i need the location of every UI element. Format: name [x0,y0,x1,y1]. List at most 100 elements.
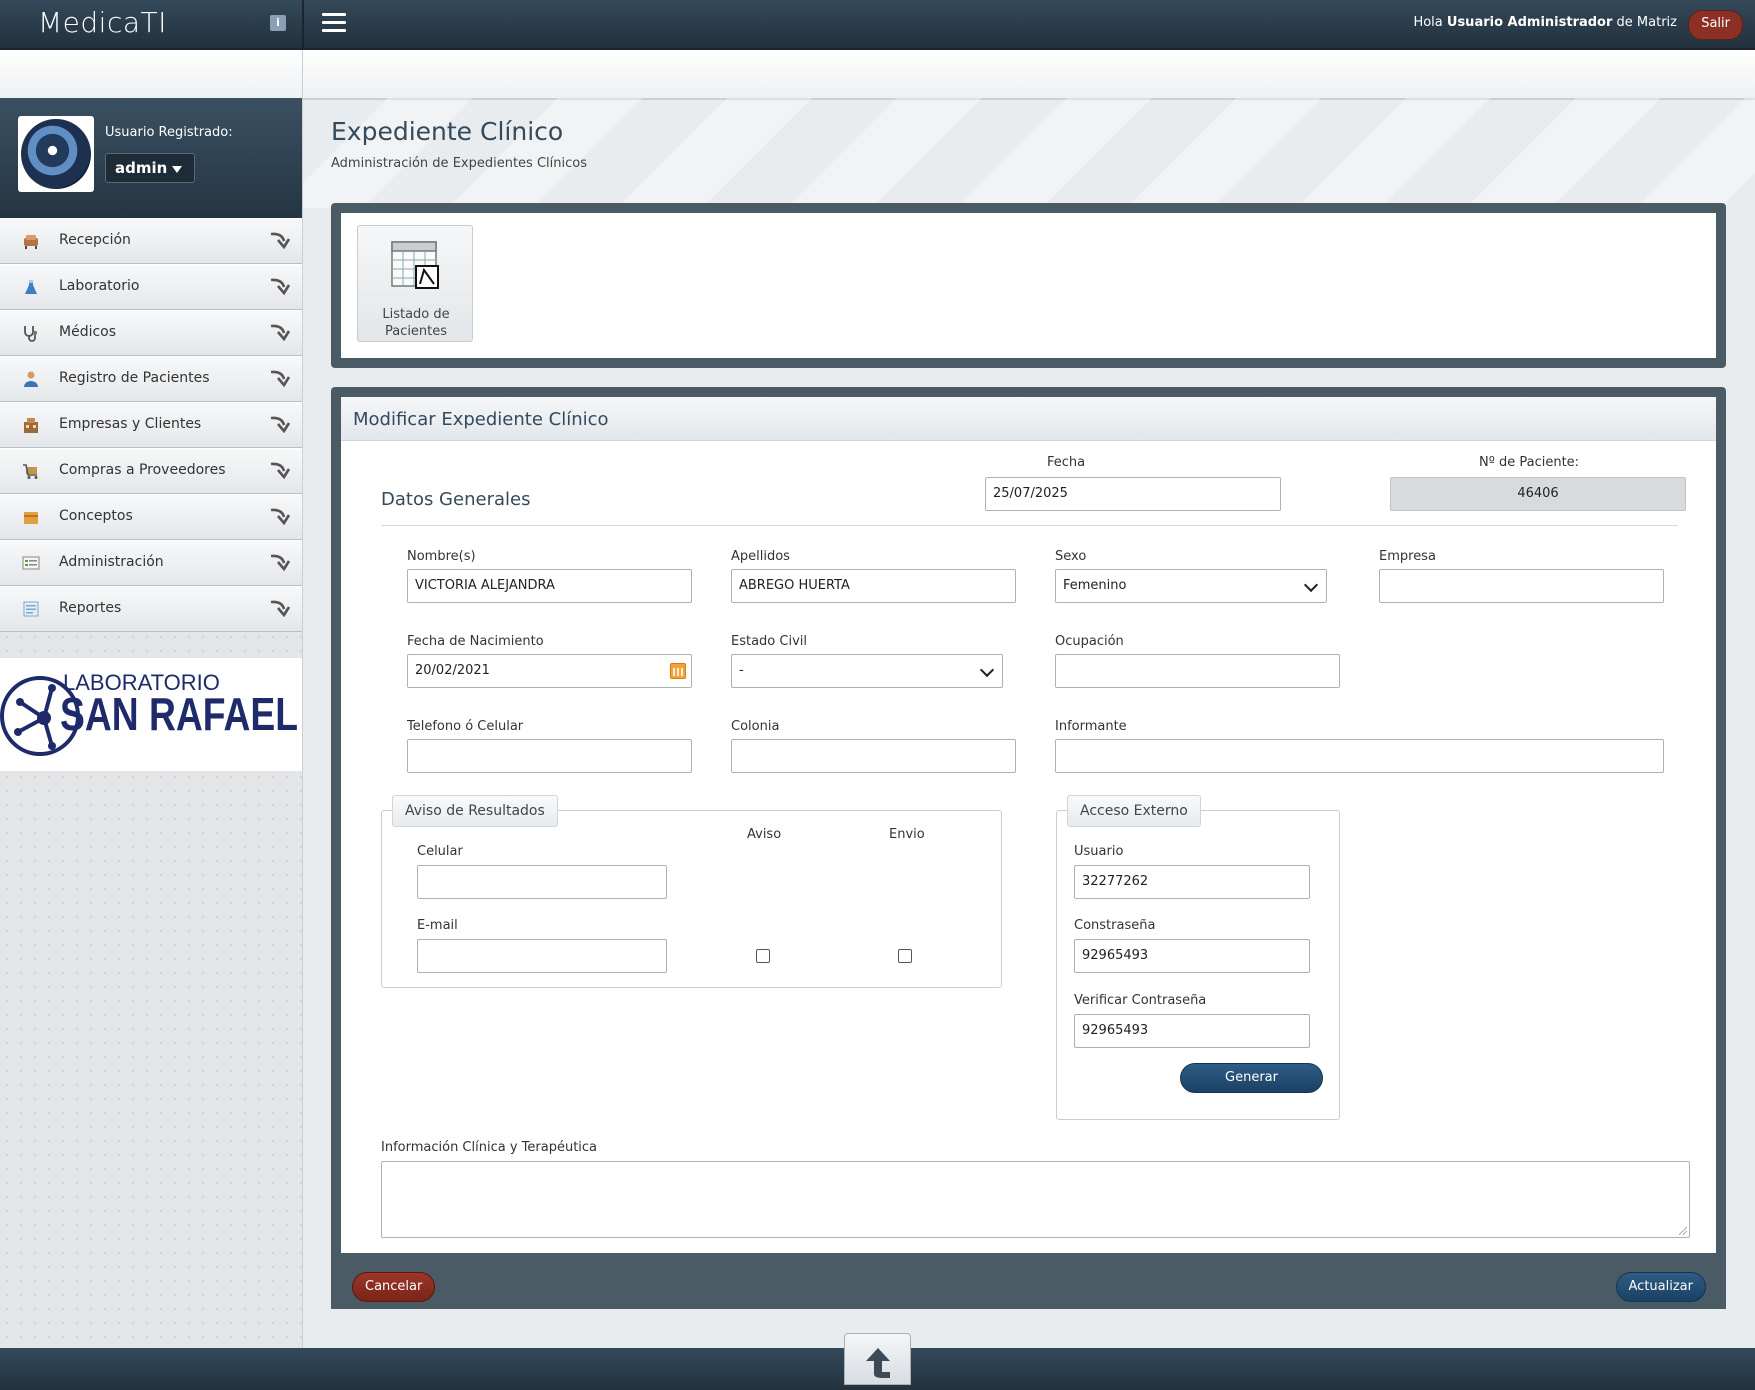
sidebar-item-recepcion[interactable]: Recepción [0,218,302,264]
email-input[interactable] [417,939,667,973]
stethoscope-icon [24,326,38,342]
svg-text:SAN RAFAEL: SAN RAFAEL [60,688,298,740]
envio-column-label: Envio [889,827,925,842]
clinical-info-label: Información Clínica y Terapéutica [381,1140,598,1155]
fecha-nacimiento-input[interactable]: 20/02/2021 [407,654,692,688]
apellidos-input[interactable]: ABREGO HUERTA [731,569,1016,603]
top-bar: MedicaTI i Hola Usuario Administrador de… [0,0,1755,50]
arrow-right-icon [270,232,291,250]
logout-button[interactable]: Salir [1688,10,1743,40]
patient-icon [24,371,38,387]
app-logo: MedicaTI [38,6,167,39]
scroll-to-top-button[interactable] [844,1333,911,1385]
aviso-checkbox[interactable] [756,949,770,963]
registered-user-label: Usuario Registrado: [105,125,233,140]
aviso-column-label: Aviso [747,827,782,842]
ocupacion-label: Ocupación [1055,634,1124,649]
flask-icon [25,280,37,294]
patient-list-shortcut[interactable]: Listado de Pacientes [357,225,473,342]
empresa-label: Empresa [1379,549,1436,564]
sidebar-item-reportes[interactable]: Reportes [0,586,302,632]
nombres-label: Nombre(s) [407,549,476,564]
patient-number-label: Nº de Paciente: [1479,455,1580,470]
lab-logo-graphic: LABORATORIO SAN RAFAEL [0,670,298,756]
shortcuts-panel-body: Listado de Pacientes [341,213,1716,358]
sidebar-item-label: Administración [59,554,164,570]
info-icon[interactable]: i [270,15,286,31]
sidebar-item-label: Laboratorio [59,278,140,294]
shortcut-label-line2: Pacientes [384,324,448,339]
verify-password-label: Verificar Contraseña [1074,993,1207,1008]
page-subtitle: Administración de Expedientes Clínicos [331,156,587,171]
sidebar-item-compras-proveedores[interactable]: Compras a Proveedores [0,448,302,494]
apellidos-label: Apellidos [731,549,790,564]
greeting: Hola Usuario Administrador de Matriz [1413,15,1677,30]
list-icon [22,556,40,570]
password-input[interactable]: 92965493 [1074,939,1310,973]
email-label: E-mail [417,918,458,933]
sidebar-item-label: Reportes [59,600,122,616]
telefono-label: Telefono ó Celular [407,719,524,734]
chevron-down-icon [1303,577,1319,593]
avatar [18,116,94,192]
informante-input[interactable] [1055,739,1664,773]
cart-icon [23,464,38,479]
clinical-info-textarea[interactable] [381,1161,1690,1238]
user-dropdown[interactable]: admin [105,153,195,183]
ocupacion-input[interactable] [1055,654,1340,688]
lab-logo: LABORATORIO SAN RAFAEL [0,658,302,771]
chevron-down-icon [979,662,995,678]
sidebar-item-registro-pacientes[interactable]: Registro de Pacientes [0,356,302,402]
arrow-right-icon [270,278,291,296]
arrow-right-icon [270,600,291,618]
sidebar-item-label: Empresas y Clientes [59,416,202,432]
page-title: Expediente Clínico [331,117,564,146]
form-footer: Cancelar Actualizar [331,1265,1726,1309]
fecha-nacimiento-label: Fecha de Nacimiento [407,634,544,649]
arrow-right-icon [270,324,291,342]
username: admin [115,159,168,177]
verify-password-input[interactable]: 92965493 [1074,1014,1310,1048]
celular-input[interactable] [417,865,667,899]
update-button[interactable]: Actualizar [1615,1272,1706,1302]
arrow-right-icon [270,554,291,572]
divider [302,0,304,48]
informante-label: Informante [1055,719,1127,734]
sidebar-item-administracion[interactable]: Administración [0,540,302,586]
sidebar-item-label: Registro de Pacientes [59,370,210,386]
envio-checkbox[interactable] [898,949,912,963]
colonia-input[interactable] [731,739,1016,773]
fecha-nacimiento-value: 20/02/2021 [415,663,490,678]
calendar-edit-icon [391,241,439,289]
nombres-input[interactable]: VICTORIA ALEJANDRA [407,569,692,603]
external-access-fieldset: Acceso Externo Usuario 32277262 Constras… [1056,795,1340,1120]
sidebar-nav: Recepción Laboratorio Médicos Registro d… [0,218,302,632]
sexo-label: Sexo [1055,549,1087,564]
fecha-input[interactable]: 25/07/2025 [985,477,1281,511]
estado-civil-label: Estado Civil [731,634,807,649]
fecha-label: Fecha [1047,455,1086,470]
telefono-input[interactable] [407,739,692,773]
arrow-up-icon [866,1348,890,1378]
sidebar-item-conceptos[interactable]: Conceptos [0,494,302,540]
estado-civil-select[interactable]: - [731,654,1003,688]
resize-grip-icon[interactable] [1679,1227,1687,1235]
divider [302,50,303,98]
cancel-button[interactable]: Cancelar [352,1272,436,1302]
sidebar-item-empresas-clientes[interactable]: Empresas y Clientes [0,402,302,448]
empresa-input[interactable] [1379,569,1664,603]
sidebar-item-label: Compras a Proveedores [59,462,226,478]
sidebar-item-medicos[interactable]: Médicos [0,310,302,356]
patient-number-field: 46406 [1390,477,1686,511]
menu-toggle-icon[interactable] [322,13,346,33]
calendar-icon[interactable] [670,663,686,679]
generate-password-button[interactable]: Generar Contraseña [1180,1063,1323,1113]
header-background [303,98,1755,208]
section-title-general: Datos Generales [381,489,531,510]
usuario-input[interactable]: 32277262 [1074,865,1310,899]
edit-record-panel: Modificar Expediente Clínico Datos Gener… [331,387,1726,1309]
greeting-user: Usuario Administrador [1446,15,1613,30]
password-label: Constraseña [1074,918,1156,933]
sexo-select[interactable]: Femenino [1055,569,1327,603]
sidebar-item-laboratorio[interactable]: Laboratorio [0,264,302,310]
